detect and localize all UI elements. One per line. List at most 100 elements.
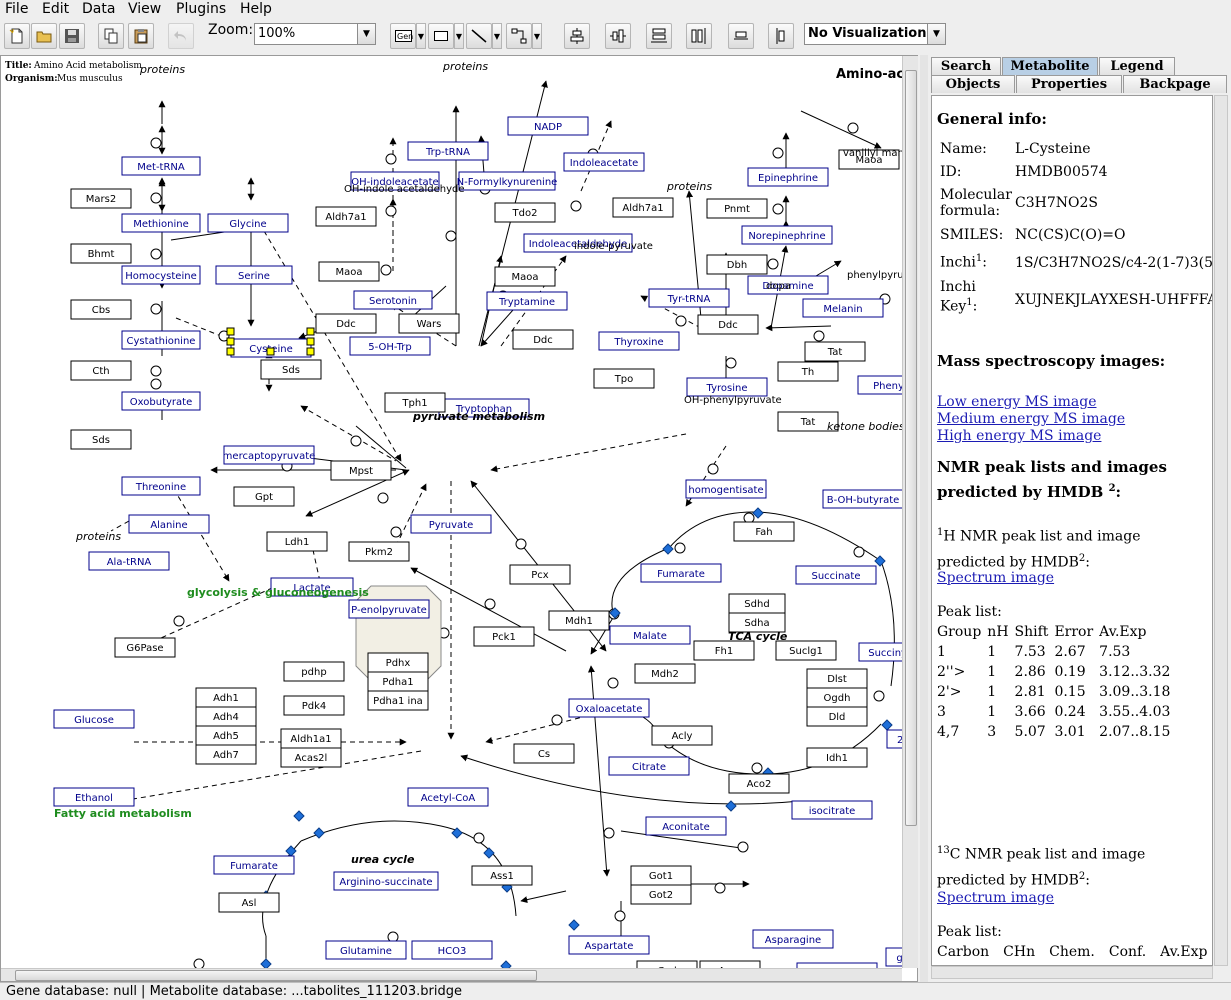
- metabolite-tyrosine[interactable]: Tyrosine: [686, 377, 768, 397]
- metabolite-acetylcoa[interactable]: Acetyl-CoA: [407, 787, 489, 807]
- metabolite-fumarate[interactable]: Fumarate: [640, 563, 722, 583]
- align-top-button[interactable]: [728, 23, 754, 49]
- metabolite-cystathionine[interactable]: Cystathionine: [121, 330, 201, 350]
- metabolite-pyruvate[interactable]: Pyruvate: [410, 514, 492, 534]
- menu-help[interactable]: Help: [240, 1, 272, 17]
- medium-energy-ms-link[interactable]: Medium energy MS image: [937, 411, 1125, 427]
- connector-button[interactable]: [506, 23, 532, 49]
- line-menu-arrow-icon[interactable]: ▼: [492, 23, 502, 49]
- tab-legend[interactable]: Legend: [1099, 57, 1175, 75]
- shape-menu-arrow-icon[interactable]: ▼: [454, 23, 464, 49]
- metabolite-serotonin[interactable]: Serotonin: [353, 290, 433, 310]
- align-center-y-button[interactable]: [605, 23, 631, 49]
- gene-fh1[interactable]: Fh1: [693, 640, 755, 661]
- tab-objects[interactable]: Objects: [931, 75, 1015, 93]
- metabolite-oxobutyrate[interactable]: Oxobutyrate: [121, 391, 201, 411]
- align-left-button[interactable]: [768, 23, 794, 49]
- tab-properties[interactable]: Properties: [1016, 75, 1122, 93]
- zoom-combobox[interactable]: 100% ▼: [254, 23, 376, 45]
- info-horizontal-scrollbar[interactable]: [931, 966, 1213, 979]
- line-button[interactable]: [466, 23, 492, 49]
- canvas-horizontal-thumb[interactable]: [15, 970, 537, 981]
- metabolite-tyr-trna[interactable]: Tyr-tRNA: [648, 288, 730, 308]
- gene-ass1[interactable]: Ass1: [471, 865, 533, 886]
- gene-aldh7a1[interactable]: Aldh7a1: [315, 206, 377, 227]
- tab-backpage[interactable]: Backpage: [1123, 75, 1227, 93]
- gene-th[interactable]: Th: [777, 361, 839, 382]
- gene-tpo[interactable]: Tpo: [593, 368, 655, 389]
- gene-pdha1[interactable]: Pdha1: [367, 671, 429, 692]
- gene-menu-arrow-icon[interactable]: ▼: [416, 23, 426, 49]
- visualization-combobox[interactable]: No Visualization ▼: [804, 23, 946, 45]
- metabolite-isocitrate[interactable]: isocitrate: [791, 800, 873, 820]
- gene-sds[interactable]: Sds: [70, 429, 132, 450]
- gene-ddc2[interactable]: Ddc: [512, 329, 574, 350]
- metabolite-hco3[interactable]: HCO3: [411, 940, 493, 960]
- metabolite-thyroxine[interactable]: Thyroxine: [598, 331, 680, 351]
- metabolite-b-oh-butyrate[interactable]: B-OH-butyrate: [822, 489, 904, 509]
- gene-mdh2[interactable]: Mdh2: [634, 663, 696, 684]
- pathway-diagram[interactable]: Title: Amino Acid metabolism Organism: M…: [1, 56, 917, 981]
- gene-cs[interactable]: Cs: [513, 743, 575, 764]
- gene-got2[interactable]: Got2: [630, 884, 692, 905]
- metabolite-norepinephrine[interactable]: Norepinephrine: [741, 225, 833, 245]
- metabolite-citrate[interactable]: Citrate: [608, 756, 690, 776]
- metabolite-oxaloacetate[interactable]: Oxaloacetate: [568, 698, 650, 718]
- gene-gpt[interactable]: Gpt: [233, 486, 295, 507]
- gene-adh5[interactable]: Adh5: [195, 725, 257, 746]
- gene-adh7[interactable]: Adh7: [195, 744, 257, 765]
- gene-ddc[interactable]: Ddc: [315, 313, 377, 334]
- gene-cbs[interactable]: Cbs: [70, 299, 132, 320]
- canvas-vertical-scrollbar[interactable]: [902, 56, 918, 968]
- gene-adh4[interactable]: Adh4: [195, 706, 257, 727]
- gene-got1[interactable]: Got1: [630, 865, 692, 886]
- menu-plugins[interactable]: Plugins: [176, 1, 226, 17]
- gene-aldh1a1[interactable]: Aldh1a1: [280, 728, 342, 749]
- metabolite-epinephrine[interactable]: Epinephrine: [747, 167, 829, 187]
- menu-edit[interactable]: Edit: [42, 1, 69, 17]
- metabolite-argininosuccinate[interactable]: Arginino-succinate: [333, 871, 439, 891]
- gene-acly[interactable]: Acly: [651, 725, 713, 746]
- gene-pdha1ina[interactable]: Pdha1 ina: [367, 690, 429, 711]
- gene-aldh7a1b[interactable]: Aldh7a1: [612, 197, 674, 218]
- new-gene-button[interactable]: Gen: [390, 23, 416, 49]
- gene-pkm2[interactable]: Pkm2: [348, 541, 410, 562]
- gene-g6pase[interactable]: G6Pase: [114, 637, 176, 658]
- gene-adh1[interactable]: Adh1: [195, 687, 257, 708]
- gene-sds2[interactable]: Sds: [260, 359, 322, 380]
- gene-dlst[interactable]: Dlst: [806, 668, 868, 689]
- copy-button[interactable]: [98, 23, 124, 49]
- gene-dbh[interactable]: Dbh: [706, 254, 768, 275]
- menu-file[interactable]: File: [5, 1, 28, 17]
- gene-suclg1[interactable]: Suclg1: [775, 640, 837, 661]
- metabolite-asparagine[interactable]: Asparagine: [752, 929, 834, 949]
- gene-tat[interactable]: Tat: [804, 341, 866, 362]
- shape-button[interactable]: [428, 23, 454, 49]
- metabolite-ala-trna[interactable]: Ala-tRNA: [88, 551, 170, 571]
- gene-cth[interactable]: Cth: [70, 360, 132, 381]
- tab-metabolite[interactable]: Metabolite: [1002, 57, 1098, 75]
- gene-sdhd[interactable]: Sdhd: [728, 593, 786, 614]
- metabolite-threonine[interactable]: Threonine: [121, 476, 201, 496]
- gene-maoa2[interactable]: Maoa: [494, 266, 556, 287]
- gene-ldh1[interactable]: Ldh1: [266, 531, 328, 552]
- gene-maoa[interactable]: Maoa: [318, 261, 380, 282]
- gene-pck1[interactable]: Pck1: [473, 626, 535, 647]
- new-button[interactable]: [4, 23, 30, 49]
- pathway-canvas[interactable]: Title: Amino Acid metabolism Organism: M…: [0, 55, 918, 982]
- metabolite-mercaptopyruvate[interactable]: mercaptopyruvate: [223, 445, 316, 465]
- metabolite-glutamine[interactable]: Glutamine: [325, 940, 407, 960]
- metabolite-alanine[interactable]: Alanine: [128, 514, 210, 534]
- tab-search[interactable]: Search: [931, 57, 1001, 75]
- align-center-x-button[interactable]: [564, 23, 590, 49]
- save-button[interactable]: [59, 23, 85, 49]
- gene-pdhp[interactable]: pdhp: [283, 661, 345, 682]
- metabolite-methionine[interactable]: Methionine: [121, 213, 201, 233]
- gene-asl[interactable]: Asl: [218, 892, 280, 913]
- gene-idh1[interactable]: Idh1: [806, 747, 868, 768]
- gene-acas2l[interactable]: Acas2l: [280, 747, 342, 768]
- metabolite-homogentisate[interactable]: homogentisate: [685, 479, 767, 499]
- gene-bhmt[interactable]: Bhmt: [70, 243, 132, 264]
- canvas-vertical-thumb[interactable]: [905, 70, 917, 826]
- h-nmr-spectrum-link[interactable]: Spectrum image: [937, 570, 1054, 586]
